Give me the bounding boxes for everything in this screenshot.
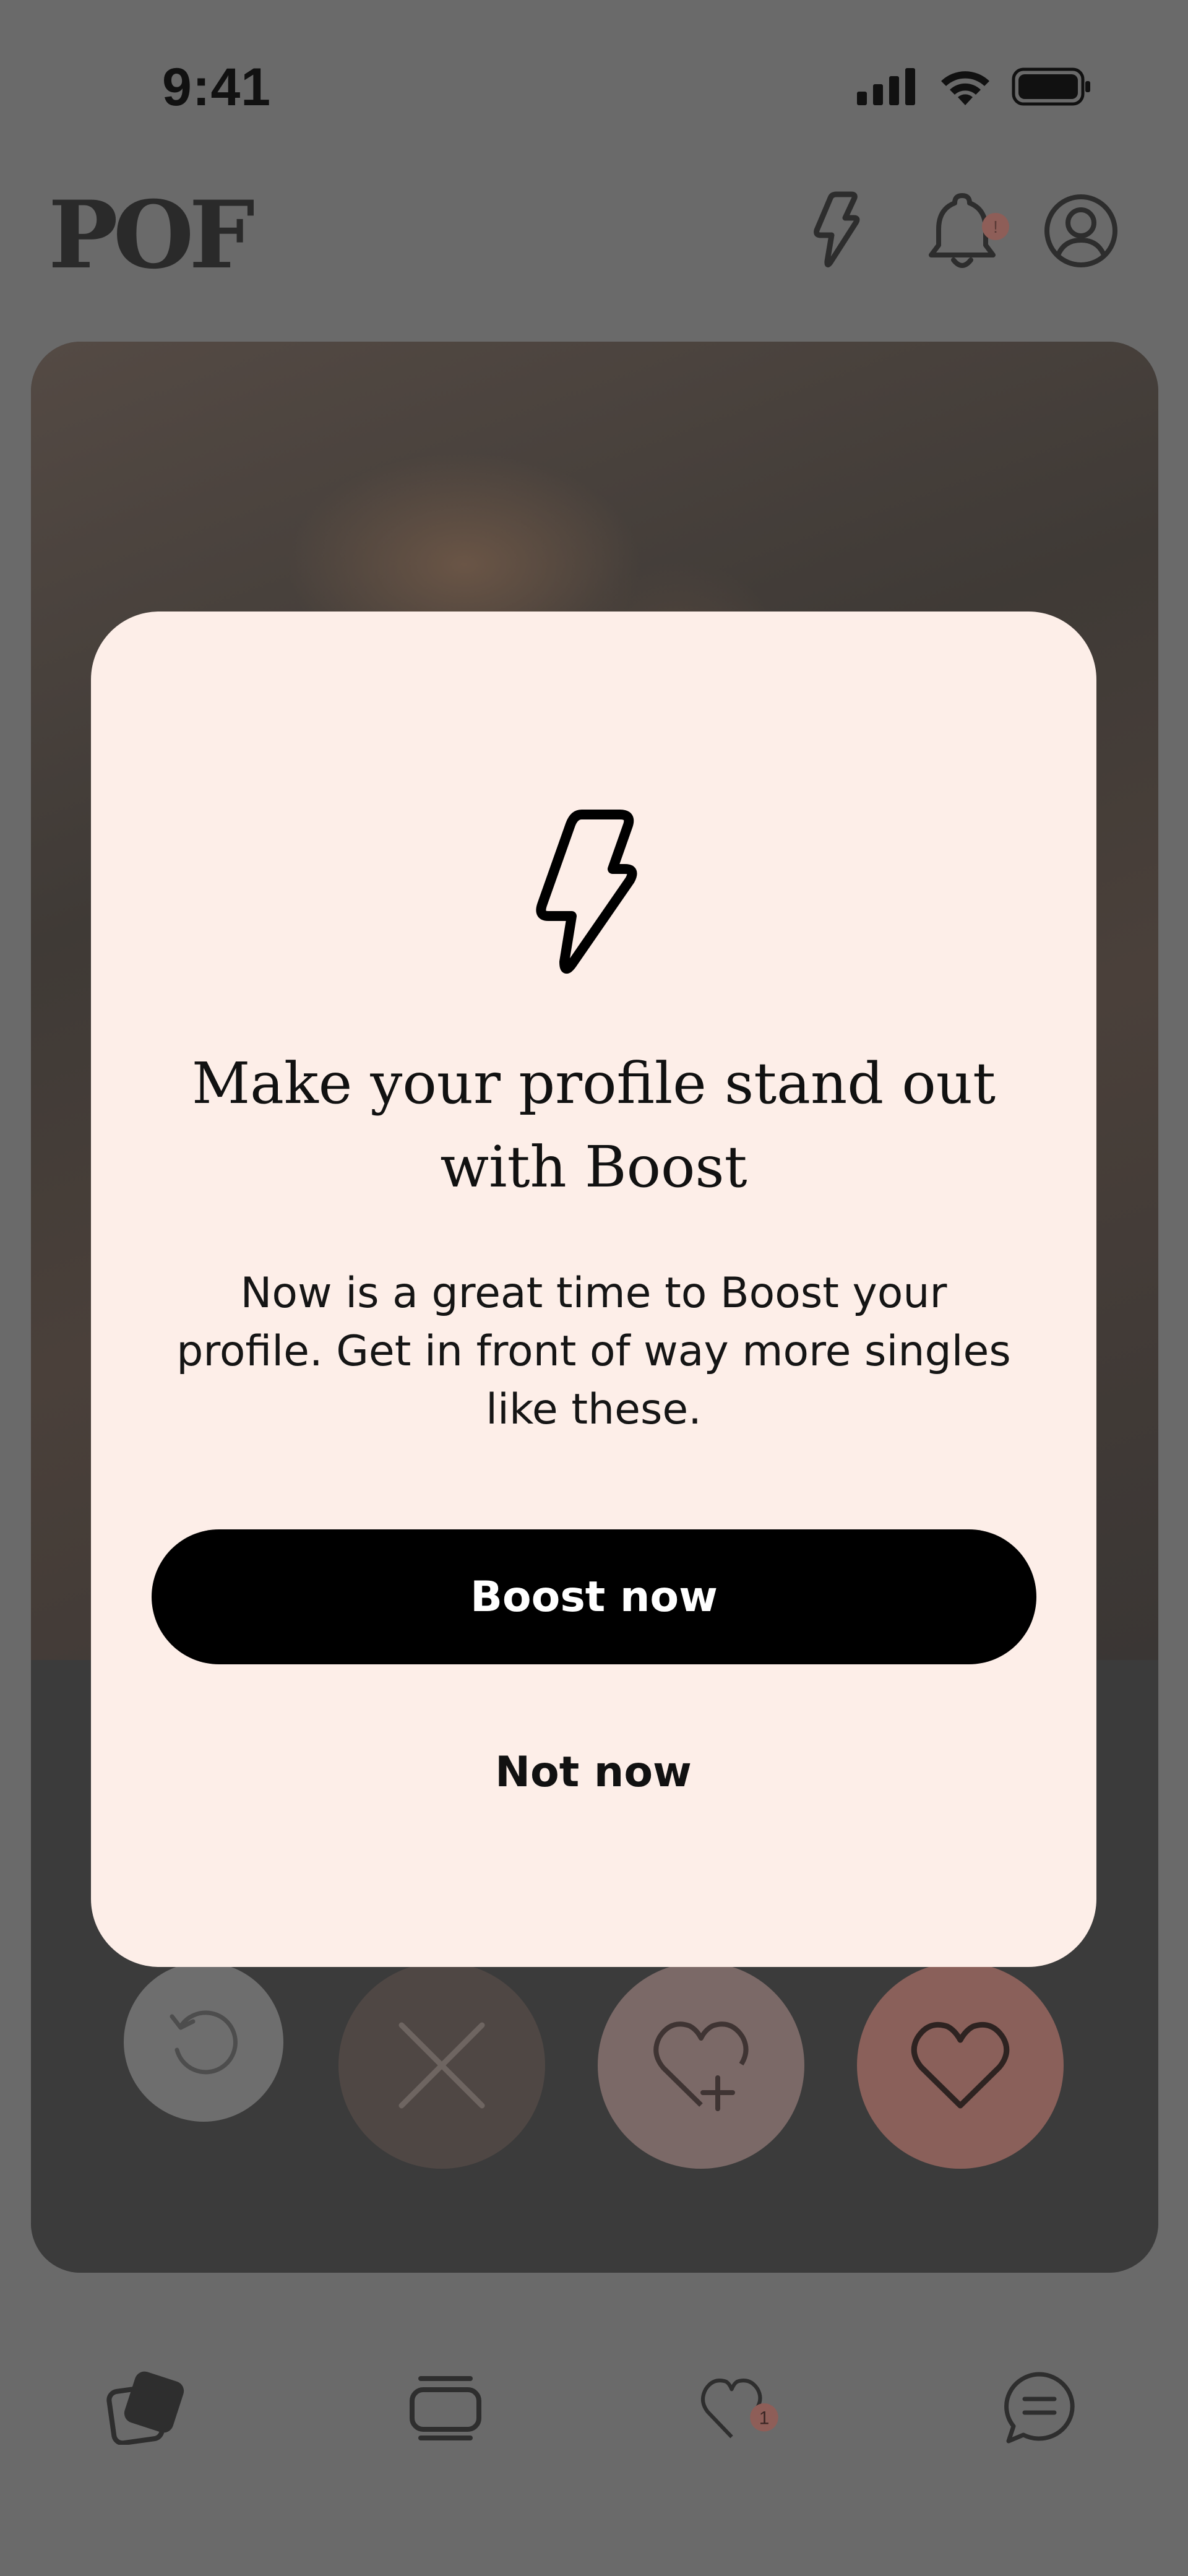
notification-badge: ! [993,217,998,236]
like-heart-icon [911,2021,1010,2109]
super-like-heart-plus-icon [653,2021,749,2111]
wifi-icon [941,71,989,105]
boost-lightning-icon[interactable] [811,191,860,268]
cellular-signal-icon [857,68,915,105]
nav-meet-me[interactable] [402,2364,489,2451]
undo-button[interactable] [124,1962,283,2122]
messages-icon [1004,2372,1075,2443]
modal-title: Make your profile stand out with Boost [91,1042,1096,1209]
likes-badge: 1 [759,2408,770,2428]
discover-cards-icon [106,2371,184,2445]
lightning-bolt-icon [536,810,637,974]
bottom-nav: 1 [0,2327,1188,2513]
status-time: 9:41 [162,58,272,117]
boost-now-button[interactable]: Boost now [152,1529,1036,1664]
boost-modal: Make your profile stand out with Boost N… [91,612,1096,1967]
modal-title-line1: Make your profile stand out [191,1050,996,1117]
status-icons [857,67,1092,106]
not-now-button[interactable]: Not now [408,1719,779,1825]
modal-body-line1: Now is a great time to Boost your [240,1269,947,1318]
nav-likes[interactable]: 1 [699,2364,786,2451]
profile-avatar-icon[interactable] [1043,193,1119,269]
status-bar: 9:41 [0,0,1188,161]
nav-discover[interactable] [102,2364,189,2451]
likes-heart-icon: 1 [701,2379,778,2439]
pass-button[interactable] [338,1962,545,2169]
modal-body-line2: profile. Get in front of way more single… [176,1327,1011,1376]
pass-x-icon [398,2022,485,2109]
like-button[interactable] [857,1962,1064,2169]
notification-bell-icon[interactable]: ! [924,191,1017,274]
super-like-button[interactable] [598,1962,804,2169]
app-header: POF ! [0,173,1188,290]
pof-logo: POF [48,181,255,290]
screen: 9:41 POF ! 1 Make your profile stand out… [0,0,1188,2576]
modal-body: Now is a great time to Boost your profil… [153,1264,1035,1439]
undo-icon [170,2010,238,2075]
modal-body-line3: like these. [486,1385,702,1434]
battery-icon [1012,67,1090,106]
meet-me-icon [410,2376,481,2440]
modal-title-line2: with Boost [440,1134,747,1200]
nav-messages[interactable] [996,2364,1083,2451]
